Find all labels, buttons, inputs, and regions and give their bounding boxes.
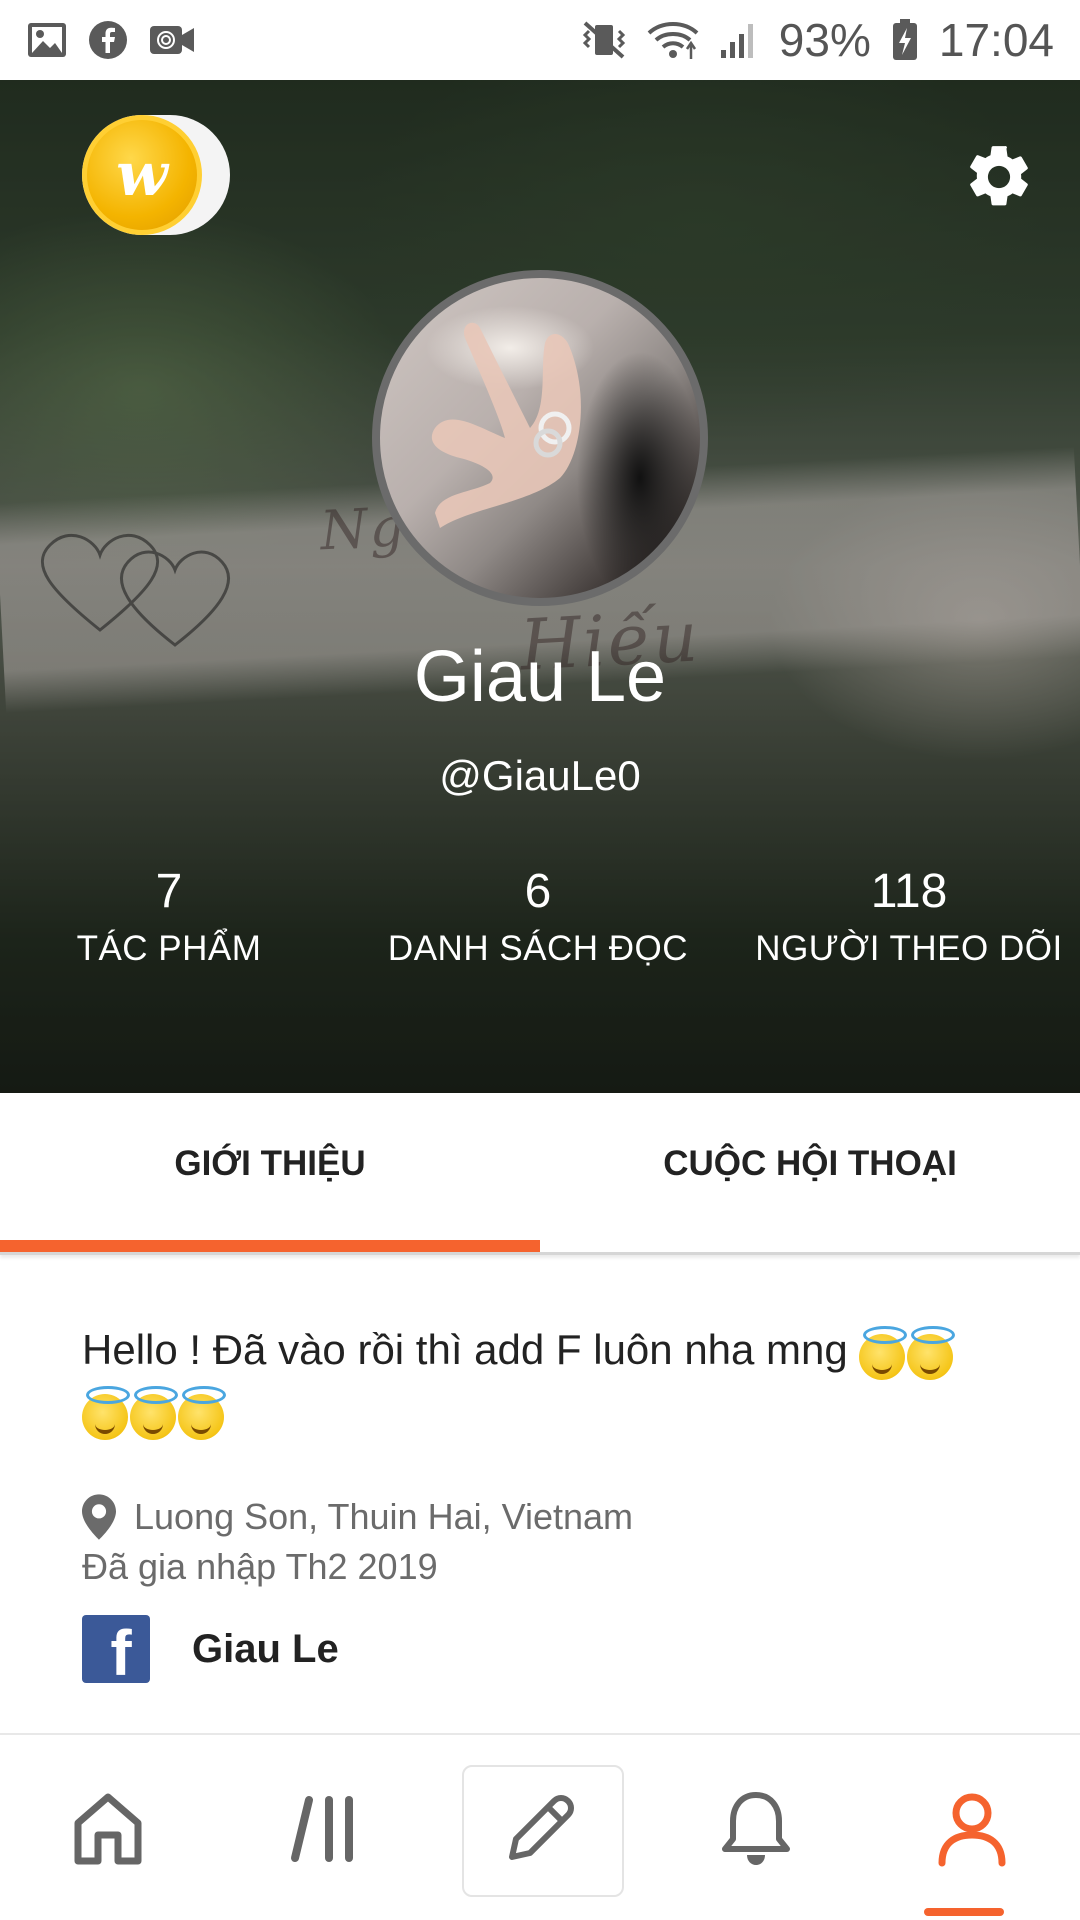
location-pin-icon xyxy=(82,1494,116,1540)
nav-profile[interactable] xyxy=(864,1735,1080,1920)
tab-conversations[interactable]: CUỘC HỘI THOẠI xyxy=(540,1093,1080,1252)
smiling-face-with-halo-icon xyxy=(178,1385,226,1440)
stat-works[interactable]: 7 TÁC PHẨM xyxy=(0,862,338,976)
profile-username: @GiauLe0 xyxy=(439,752,641,799)
bio-text: Hello ! Đã vào rồi thì add F luôn nha mn… xyxy=(82,1320,1002,1440)
about-section: Hello ! Đã vào rồi thì add F luôn nha mn… xyxy=(82,1320,1002,1684)
nav-write[interactable] xyxy=(432,1735,648,1920)
facebook-name: Giau Le xyxy=(192,1626,339,1671)
stat-value: 7 xyxy=(155,865,183,918)
home-icon xyxy=(74,1793,142,1864)
bell-icon xyxy=(722,1791,790,1865)
smiling-face-with-halo-icon xyxy=(859,1325,908,1380)
profile-tabs: GIỚI THIỆU CUỘC HỘI THOẠI xyxy=(0,1093,1080,1255)
vibrate-icon xyxy=(581,19,627,61)
stat-reading-lists[interactable]: 6 DANH SÁCH ĐỌC xyxy=(338,862,738,976)
hearts-decoration xyxy=(40,533,231,647)
emoji-group xyxy=(82,1385,226,1440)
battery-percent: 93% xyxy=(778,14,871,66)
pencil-icon xyxy=(509,1794,574,1860)
stat-value: 6 xyxy=(524,865,552,918)
location-row: Luong Son, Thuin Hai, Vietnam xyxy=(82,1492,1002,1542)
facebook-icon xyxy=(88,20,128,60)
bio-content: Hello ! Đã vào rồi thì add F luôn nha mn… xyxy=(82,1326,848,1373)
wattpad-coin-icon: w xyxy=(82,115,202,235)
joined-text: Đã gia nhập Th2 2019 xyxy=(82,1546,438,1587)
profile-name: Giau Le xyxy=(413,637,667,717)
status-bar: 93% 17:04 xyxy=(0,0,1080,80)
facebook-logo-icon: f xyxy=(82,1615,150,1683)
avatar[interactable] xyxy=(372,270,708,606)
stat-followers[interactable]: 118 NGƯỜI THEO DÕI xyxy=(738,862,1080,976)
library-icon xyxy=(291,1795,353,1862)
smiling-face-with-halo-icon xyxy=(82,1385,130,1440)
settings-gear-icon[interactable] xyxy=(962,140,1036,214)
stat-label: DANH SÁCH ĐỌC xyxy=(387,929,689,968)
avatar-photo xyxy=(431,322,581,528)
smiling-face-with-halo-icon xyxy=(130,1385,178,1440)
facebook-link[interactable]: f Giau Le xyxy=(82,1614,1002,1684)
gallery-icon xyxy=(26,21,68,59)
clock: 17:04 xyxy=(938,14,1054,66)
nav-library[interactable] xyxy=(216,1735,432,1920)
signal-icon xyxy=(719,20,759,60)
emoji-group xyxy=(859,1325,956,1380)
smiling-face-with-halo-icon xyxy=(907,1325,956,1380)
wifi-icon xyxy=(647,19,699,61)
profile-screen: 93% 17:04 Ng ương lên Hiếu w xyxy=(0,0,1080,1920)
nav-notifications[interactable] xyxy=(648,1735,864,1920)
profile-stats: 7 TÁC PHẨM 6 DANH SÁCH ĐỌC 118 NGƯỜI THE… xyxy=(0,862,1080,976)
profile-icon xyxy=(938,1793,1006,1866)
stat-label: TÁC PHẨM xyxy=(76,929,262,968)
stat-label: NGƯỜI THEO DÕI xyxy=(755,929,1063,968)
tab-about[interactable]: GIỚI THIỆU xyxy=(0,1093,540,1252)
joined-row: Đã gia nhập Th2 2019 xyxy=(82,1542,1002,1592)
battery-charging-icon xyxy=(891,18,919,62)
coin-toggle[interactable]: w xyxy=(82,115,230,235)
location-text: Luong Son, Thuin Hai, Vietnam xyxy=(134,1496,634,1537)
nav-home[interactable] xyxy=(0,1735,216,1920)
video-camera-icon xyxy=(148,22,196,58)
stat-value: 118 xyxy=(870,865,948,918)
profile-meta: Luong Son, Thuin Hai, Vietnam Đã gia nhậ… xyxy=(82,1492,1002,1592)
bottom-navigation xyxy=(0,1733,1080,1920)
